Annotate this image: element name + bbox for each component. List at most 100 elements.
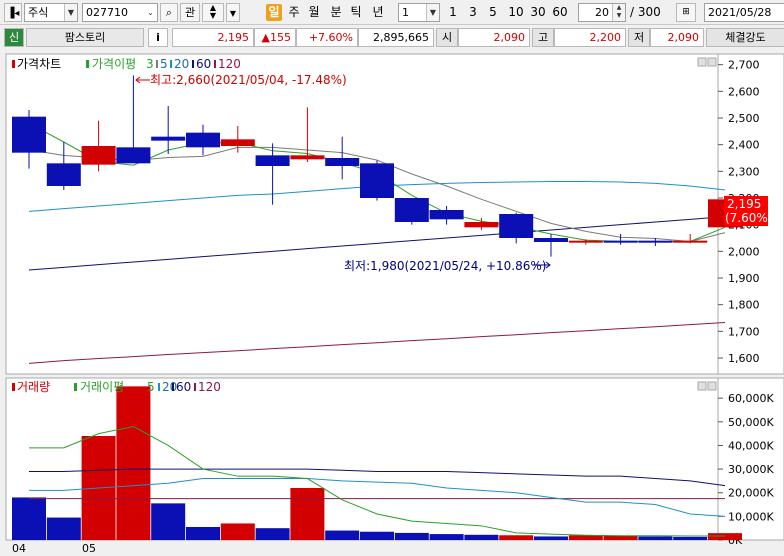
legend-marker [170,60,172,68]
stepper-button[interactable]: ▲ ▼ [202,3,224,22]
interval-3-button[interactable]: 3 [466,4,480,21]
candle-body [429,210,464,220]
dropdown-button[interactable]: ▼ [226,3,240,22]
sidebar-toggle-button[interactable]: ▐◂ [4,3,22,22]
candle-body [673,240,708,243]
market-select-value: 주식 [28,6,49,19]
candle-body [12,116,46,153]
last-price-pct: (7.60%) [725,211,772,225]
change-percent: +7.60% [296,28,358,47]
high-label: 고 [532,28,554,47]
spin-updown-icon: ▲ ▼ [612,4,625,21]
legend-price-ma: 가격이평 [92,57,136,71]
period-week-button[interactable]: 주 [286,4,302,21]
panel-maximize-button[interactable] [707,381,717,391]
chevron-down-icon: ▼ [426,4,439,21]
period-month-button[interactable]: 월 [306,4,322,21]
volume-bar [116,386,151,540]
volume-bar [568,535,603,540]
panel-maximize-button[interactable] [707,57,717,67]
open-label: 시 [436,28,458,47]
period-tick-button[interactable]: 틱 [348,4,364,21]
volume-bar [290,488,325,540]
period-day-button[interactable]: 일 [266,4,282,21]
legend-marker [12,60,15,68]
low-annotation: 최저:1,980(2021/05/24, +10.86%) [344,259,551,273]
candle-body [603,240,638,243]
zoom-count-input[interactable]: 20 ▲ ▼ [578,3,626,22]
candle-body [46,163,81,186]
legend-vma120: 120 [198,380,221,394]
market-select[interactable]: 주식 ▼ [24,3,78,22]
high-price: 2,200 [554,28,626,47]
interval-select[interactable]: 1 ▼ [398,3,440,22]
candle-body [638,240,673,243]
price-tick-label: 2,300 [728,165,760,178]
legend-marker [214,60,216,68]
favorite-button[interactable]: 관 [180,3,200,22]
volume-tick-label: 30,000K [728,463,774,476]
legend-marker [158,383,160,391]
stock-code-input[interactable]: 027710 ⌄ [82,3,158,22]
stock-name: 팜스토리 [26,28,144,47]
price-tick-label: 2,400 [728,139,760,152]
zoom-count-value: 20 [595,6,609,19]
period-minute-button[interactable]: 분 [328,4,344,21]
volume-bar [429,534,464,540]
price-tick-label: 2,700 [728,59,760,72]
zoom-total: / 300 [630,5,661,19]
candle-body [290,155,325,160]
interval-5-button[interactable]: 5 [486,4,500,21]
info-button[interactable]: i [148,28,168,47]
volume-bar [708,533,742,540]
panel-menu-button[interactable] [697,381,707,391]
candle-body [151,136,186,141]
volume-bar [12,497,46,540]
toolbar: ▐◂ 주식 ▼ 027710 ⌄ ⌕ 관 ▲ ▼ ▼ 일 주 월 분 틱 년 1 … [0,0,784,25]
interval-10-button[interactable]: 10 [506,4,526,21]
high-annotation-text: 최고:2,660(2021/05/04, -17.48%) [150,73,347,87]
interval-60-button[interactable]: 60 [550,4,570,21]
legend-vma20: 20 [162,380,177,394]
candle-body [116,147,151,164]
high-annotation: 최고:2,660(2021/05/04, -17.48%) [135,73,347,87]
open-price: 2,090 [458,28,530,47]
trading-volume: 2,895,665 [358,28,434,47]
calendar-button[interactable]: ⊞ [676,3,696,22]
period-year-button[interactable]: 년 [370,4,386,21]
panel-menu-button[interactable] [697,57,707,67]
legend-marker [172,383,174,391]
volume-tick-label: 40,000K [728,439,774,452]
volume-bar [186,527,220,540]
listing-badge: 신 [4,28,24,47]
x-axis-label-april: 04 [12,542,26,555]
volume-tick-label: 10,000K [728,510,774,523]
candle-body [255,155,290,166]
chevron-down-icon: ▼ [64,4,77,21]
date-value: 2021/05/28 [708,6,772,19]
price-tick-label: 2,600 [728,85,760,98]
legend-marker [156,60,158,68]
price-tick-label: 2,500 [728,112,760,125]
volume-bar [255,528,290,540]
candle-body [464,222,499,228]
candle-body [186,132,220,148]
search-button[interactable]: ⌕ [160,3,178,22]
interval-30-button[interactable]: 30 [528,4,548,21]
chart-window: ▐◂ 주식 ▼ 027710 ⌄ ⌕ 관 ▲ ▼ ▼ 일 주 월 분 틱 년 1 … [0,0,784,556]
chevron-down-icon: ⌄ [144,4,157,21]
interval-1-button[interactable]: 1 [446,4,460,21]
volume-bar [464,534,499,540]
volume-tick-label: 20,000K [728,487,774,500]
search-icon: ⌕ [165,6,173,19]
legend-marker [74,383,77,391]
date-input[interactable]: 2021/05/28 [704,3,784,22]
candle-body [325,158,360,166]
volume-legend: 거래량 거래이평 5 20 60 120 [12,380,221,394]
legend-volume: 거래량 [17,380,50,394]
volume-bar [534,536,568,540]
price-tick-label: 1,600 [728,352,760,365]
stock-chart[interactable]: 1,6001,7001,8001,9002,0002,1002,2002,300… [0,50,784,556]
volume-bar [499,535,534,540]
quote-bar: 신 팜스토리 i 2,195 ▲155 +7.60% 2,895,665 시 2… [0,26,784,48]
